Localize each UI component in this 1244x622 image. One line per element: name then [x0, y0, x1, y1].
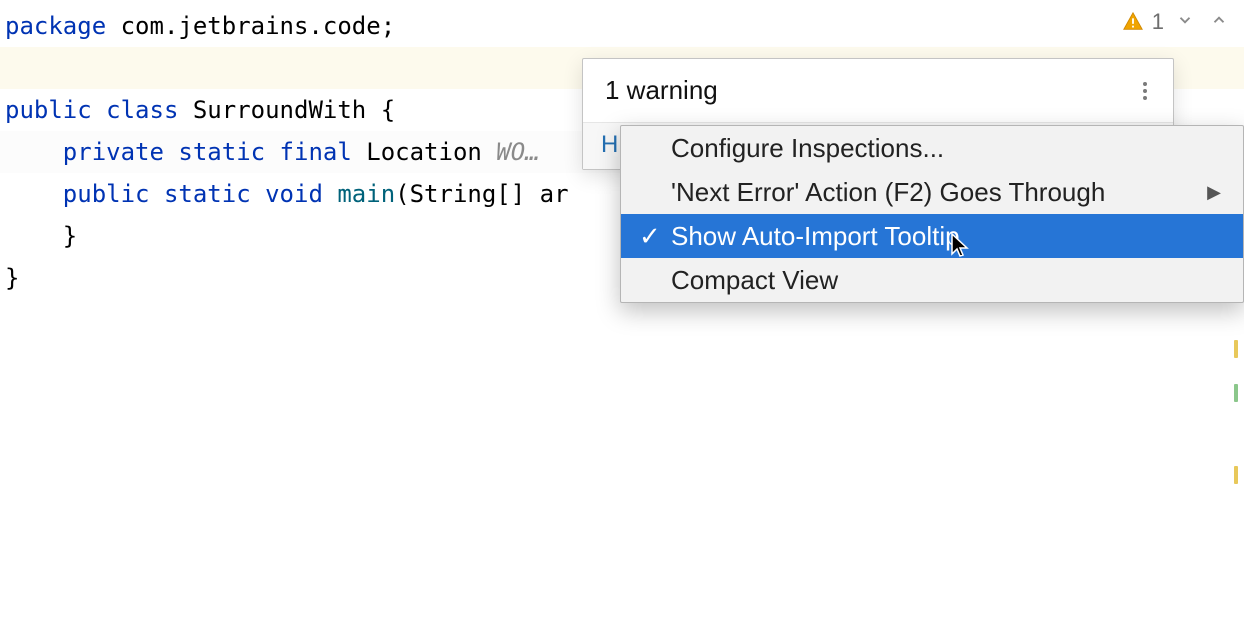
context-menu: Configure Inspections... 'Next Error' Ac…	[620, 125, 1244, 303]
keyword-static: static	[178, 138, 279, 166]
chevron-right-icon: ▶	[1207, 182, 1221, 203]
menu-item-auto-import[interactable]: ✓ Show Auto-Import Tooltip	[621, 214, 1243, 258]
popup-title: 1 warning	[605, 75, 718, 106]
menu-item-compact[interactable]: Compact View	[621, 258, 1243, 302]
method-name: main	[337, 180, 395, 208]
paren-open: (	[395, 180, 409, 208]
close-brace: }	[5, 264, 19, 292]
menu-label-configure: Configure Inspections...	[671, 133, 1221, 164]
type-name: Location	[366, 138, 496, 166]
param-type: String[]	[410, 180, 540, 208]
menu-item-configure[interactable]: Configure Inspections...	[621, 126, 1243, 170]
warning-count: 1	[1152, 9, 1164, 35]
keyword-final: final	[280, 138, 367, 166]
keyword-package: package	[5, 12, 121, 40]
chevron-down-icon[interactable]	[1172, 5, 1198, 39]
code-line-1: package com.jetbrains.code;	[0, 5, 1244, 47]
keyword-class: class	[106, 96, 193, 124]
highlight-link[interactable]: H	[601, 131, 618, 159]
semicolon: ;	[381, 12, 395, 40]
gutter-mark-warning[interactable]	[1234, 466, 1238, 484]
close-brace: }	[63, 222, 77, 250]
checkmark-icon: ✓	[639, 221, 671, 252]
class-name: SurroundWith	[193, 96, 381, 124]
keyword-public: public	[63, 180, 164, 208]
keyword-private: private	[63, 138, 179, 166]
param-name: ar	[540, 180, 569, 208]
keyword-static: static	[164, 180, 265, 208]
gutter-marks	[1228, 0, 1240, 622]
inspection-widget[interactable]: 1	[1122, 5, 1232, 39]
indent	[5, 180, 63, 208]
open-brace: {	[381, 96, 395, 124]
warning-icon	[1122, 11, 1144, 33]
indent	[5, 222, 63, 250]
menu-item-next-error[interactable]: 'Next Error' Action (F2) Goes Through ▶	[621, 170, 1243, 214]
menu-label-compact: Compact View	[671, 265, 1221, 296]
popup-header: 1 warning	[583, 59, 1173, 122]
more-icon[interactable]	[1139, 78, 1151, 104]
menu-label-next-error: 'Next Error' Action (F2) Goes Through	[671, 177, 1207, 208]
package-name: com.jetbrains.code	[121, 12, 381, 40]
indent	[5, 138, 63, 166]
gutter-mark-ok[interactable]	[1234, 384, 1238, 402]
menu-label-auto-import: Show Auto-Import Tooltip	[671, 221, 1221, 252]
gutter-mark-warning[interactable]	[1234, 340, 1238, 358]
keyword-void: void	[265, 180, 337, 208]
keyword-public: public	[5, 96, 106, 124]
var-hint: WO…	[496, 138, 539, 166]
